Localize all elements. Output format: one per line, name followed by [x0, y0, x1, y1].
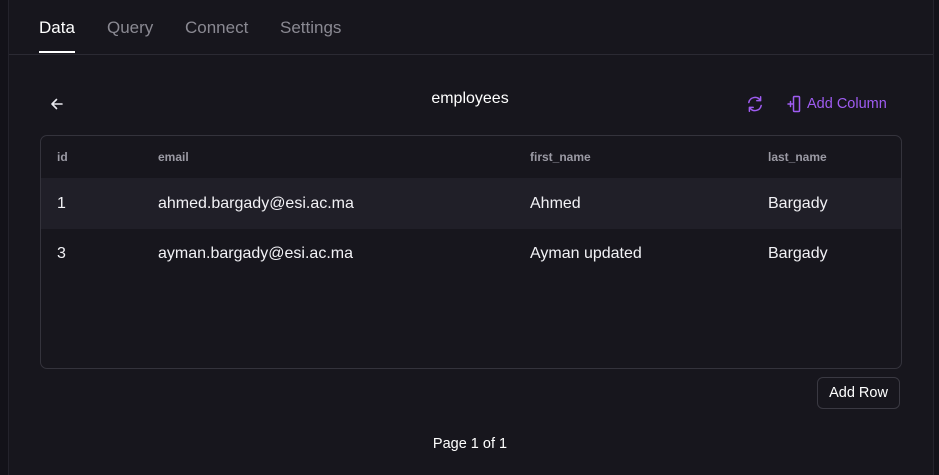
pagination-label: Page 1 of 1 — [432, 436, 508, 452]
table-cell-id[interactable]: 1 — [57, 178, 66, 229]
table-row[interactable]: 1 ahmed.bargady@esi.ac.ma Ahmed Bargady — [41, 178, 901, 229]
tab-connect[interactable]: Connect — [185, 18, 248, 38]
tab-data[interactable]: Data — [39, 18, 75, 53]
add-column-icon — [787, 95, 801, 113]
table-cell-last-name[interactable]: Bargady — [768, 229, 828, 279]
add-column-button[interactable]: Add Column — [787, 93, 887, 115]
add-row-button[interactable]: Add Row — [817, 377, 900, 409]
table-row[interactable]: 3 ayman.bargady@esi.ac.ma Ayman updated … — [41, 229, 901, 279]
refresh-icon[interactable] — [745, 94, 765, 114]
table-cell-last-name[interactable]: Bargady — [768, 178, 828, 229]
column-header-first-name[interactable]: first_name — [530, 136, 591, 178]
column-header-last-name[interactable]: last_name — [768, 136, 827, 178]
add-column-label: Add Column — [807, 96, 887, 112]
table-cell-email[interactable]: ayman.bargady@esi.ac.ma — [158, 229, 353, 279]
table-cell-email[interactable]: ahmed.bargady@esi.ac.ma — [158, 178, 354, 229]
tab-query[interactable]: Query — [107, 18, 153, 38]
column-header-email[interactable]: email — [158, 136, 189, 178]
data-table: id email first_name last_name 1 ahmed.ba… — [40, 135, 902, 369]
tab-settings[interactable]: Settings — [280, 18, 341, 38]
arrow-left-icon[interactable] — [47, 94, 67, 114]
table-cell-id[interactable]: 3 — [57, 229, 66, 279]
app-frame: Data Query Connect Settings employees Ad… — [8, 0, 934, 475]
column-header-id[interactable]: id — [57, 136, 68, 178]
table-title: employees — [431, 90, 509, 107]
tab-bar: Data Query Connect Settings — [9, 0, 933, 55]
table-header-row: id email first_name last_name — [41, 136, 901, 178]
table-cell-first-name[interactable]: Ahmed — [530, 178, 581, 229]
table-cell-first-name[interactable]: Ayman updated — [530, 229, 642, 279]
